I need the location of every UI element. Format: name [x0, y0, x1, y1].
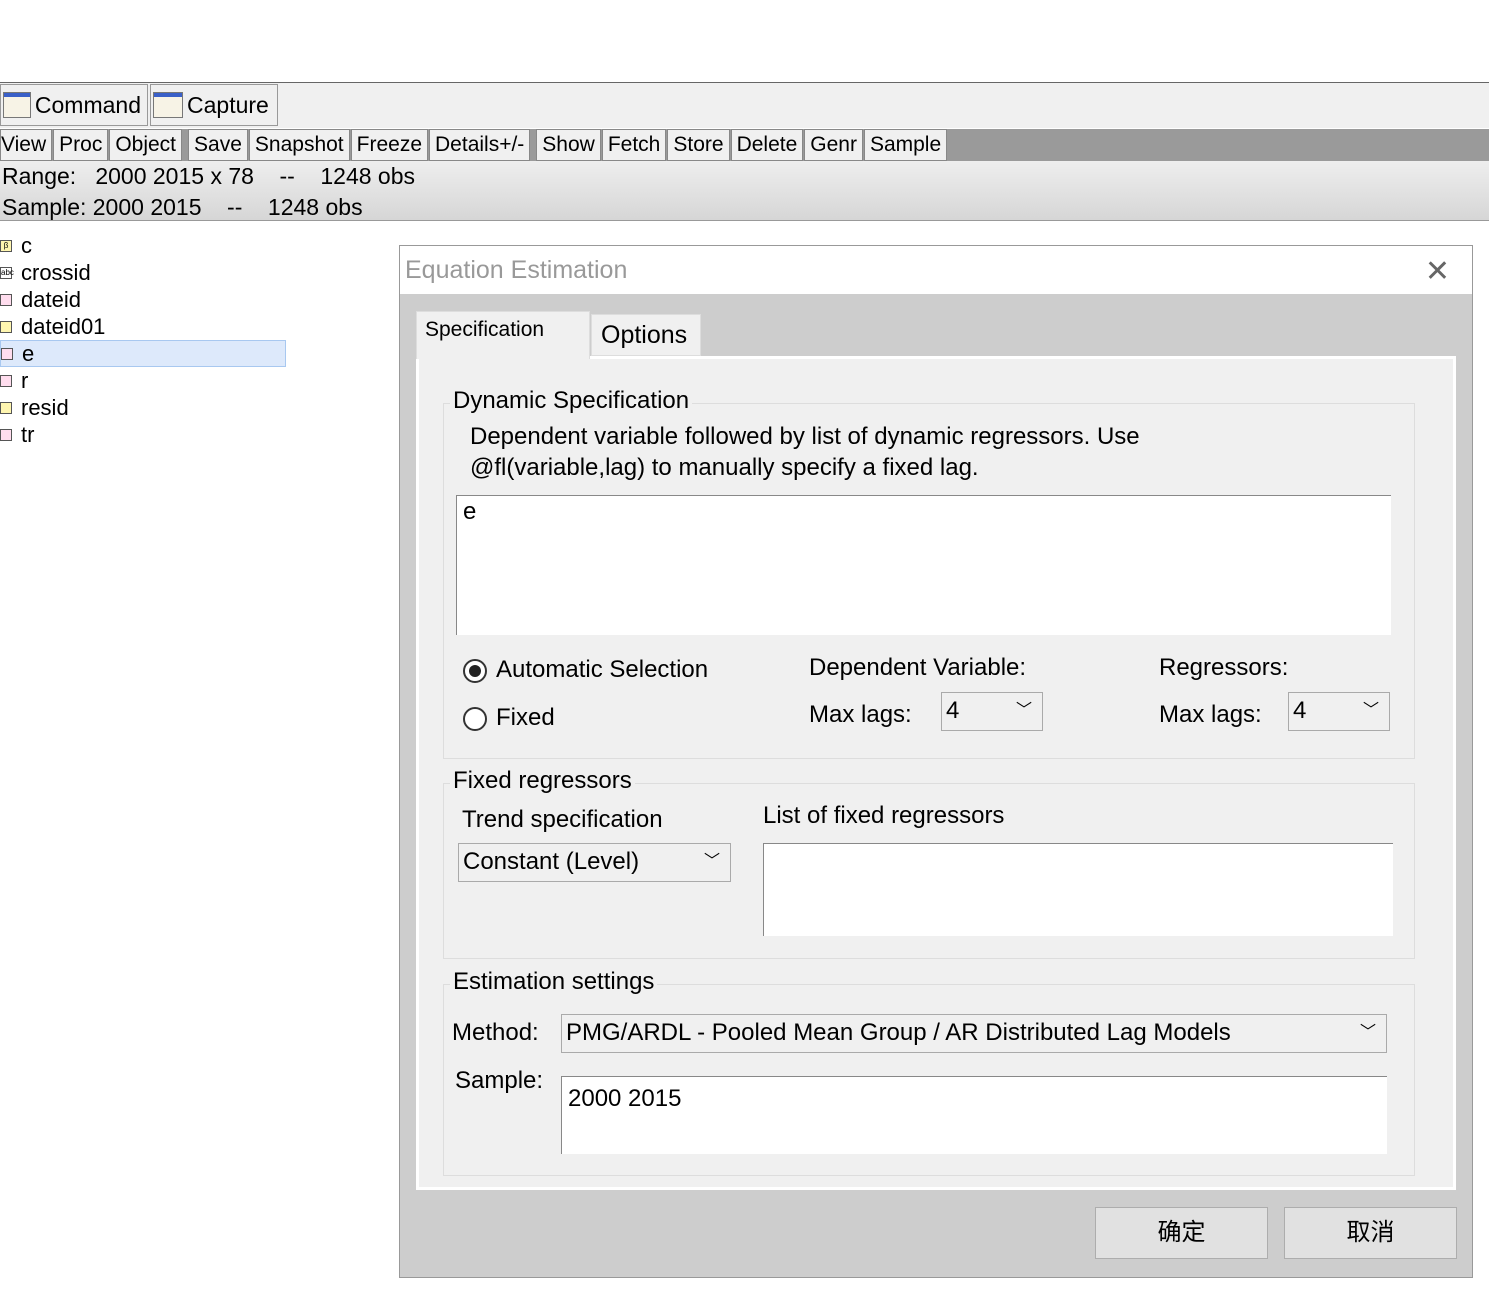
radio-label: Automatic Selection [496, 656, 709, 683]
tab-label: Capture [187, 91, 269, 118]
select-value: 4 [946, 697, 960, 724]
list-item[interactable]: e [0, 340, 286, 367]
chevron-down-icon: ﹀ [1015, 702, 1032, 719]
chevron-down-icon: ﹀ [1362, 702, 1379, 719]
trend-label: Trend specification [462, 806, 663, 833]
dependent-variable-label: Dependent Variable: [809, 654, 1027, 681]
instructions-text: @fl(variable,lag) to manually specify a … [470, 454, 979, 481]
list-item[interactable]: abc crossid [0, 259, 286, 286]
workfile-object-list: βc abc crossid dateid dateid01 e r resid … [0, 232, 286, 448]
fixed-regressors-input[interactable] [763, 843, 1393, 936]
regressors-label: Regressors: [1159, 654, 1289, 681]
fetch-button[interactable]: Fetch [601, 129, 667, 161]
maxlags-label: Max lags: [1159, 701, 1262, 728]
dialog-title: Equation Estimation [400, 246, 1472, 294]
tab-label: Command [34, 91, 141, 118]
chevron-down-icon: ﹀ [703, 853, 720, 870]
dependent-maxlags-select[interactable]: 4 ﹀ [941, 692, 1043, 731]
item-name: dateid [21, 286, 81, 312]
regressors-maxlags-select[interactable]: 4 ﹀ [1288, 692, 1390, 731]
list-label: List of fixed regressors [763, 802, 1005, 829]
series-icon [0, 293, 12, 306]
automatic-selection-radio[interactable] [463, 659, 487, 683]
radio-label: Fixed [496, 704, 555, 731]
tab-options[interactable]: Options [591, 314, 701, 356]
details-button[interactable]: Details+/- [429, 129, 531, 161]
list-item[interactable]: tr [0, 421, 286, 448]
series-icon [0, 374, 12, 387]
series-icon [0, 401, 12, 414]
specification-panel: Dynamic Specification Dependent variable… [416, 356, 1456, 1190]
proc-button[interactable]: Proc [53, 129, 109, 161]
group-label: Estimation settings [450, 968, 658, 996]
method-label: Method: [452, 1019, 539, 1046]
command-window-icon [3, 92, 31, 118]
view-button[interactable]: View [0, 129, 53, 161]
genr-button[interactable]: Genr [804, 129, 863, 161]
item-name: crossid [21, 259, 91, 285]
ok-button[interactable]: 确定 [1095, 1207, 1268, 1259]
freeze-button[interactable]: Freeze [350, 129, 429, 161]
chevron-down-icon: ﹀ [1359, 1024, 1376, 1041]
coef-icon: β [0, 239, 12, 252]
select-value: 4 [1293, 697, 1307, 724]
equation-estimation-dialog: Equation Estimation ✕ Specification Opti… [399, 245, 1473, 1278]
item-name: dateid01 [21, 313, 106, 339]
sample-label: Sample: [455, 1067, 544, 1094]
tab-capture[interactable]: Capture [150, 84, 278, 126]
series-icon [0, 428, 12, 441]
sample-input[interactable]: 2000 2015 [561, 1076, 1387, 1154]
fixed-radio[interactable] [463, 707, 487, 731]
select-value: Constant (Level) [463, 848, 640, 875]
tab-specification[interactable]: Specification [416, 311, 590, 359]
list-item[interactable]: dateid01 [0, 313, 286, 340]
cancel-button[interactable]: 取消 [1284, 1207, 1457, 1259]
item-name: resid [21, 394, 69, 420]
group-label: Dynamic Specification [450, 387, 693, 415]
capture-window-icon [153, 92, 183, 118]
trend-select[interactable]: Constant (Level) ﹀ [458, 843, 731, 882]
sample-button[interactable]: Sample [863, 129, 948, 161]
delete-button[interactable]: Delete [730, 129, 804, 161]
instructions-text: Dependent variable followed by list of d… [470, 423, 1140, 450]
window-tabs: Command Capture [0, 82, 1489, 128]
snapshot-button[interactable]: Snapshot [248, 129, 350, 161]
close-icon[interactable]: ✕ [1425, 254, 1450, 289]
item-name: c [21, 232, 32, 258]
list-item[interactable]: resid [0, 394, 286, 421]
dynamic-spec-input[interactable]: e [456, 495, 1391, 635]
series-icon [1, 347, 13, 360]
object-button[interactable]: Object [109, 129, 183, 161]
alpha-icon: abc [0, 266, 14, 279]
save-button[interactable]: Save [188, 129, 248, 161]
list-item[interactable]: dateid [0, 286, 286, 313]
item-name: e [22, 340, 35, 366]
item-name: tr [21, 421, 35, 447]
item-name: r [21, 367, 29, 393]
sample-text: Sample: 2000 2015 -- 1248 obs [2, 194, 363, 220]
show-button[interactable]: Show [536, 129, 601, 161]
list-item[interactable]: r [0, 367, 286, 394]
workfile-toolbar: View Proc Object Save Snapshot Freeze De… [0, 129, 1489, 161]
workfile-info: Range: 2000 2015 x 78 -- 1248 obs Sample… [0, 161, 1489, 221]
maxlags-label: Max lags: [809, 701, 912, 728]
range-text: Range: 2000 2015 x 78 -- 1248 obs [2, 163, 416, 189]
group-label: Fixed regressors [450, 767, 635, 795]
method-select[interactable]: PMG/ARDL - Pooled Mean Group / AR Distri… [561, 1014, 1387, 1053]
tab-command[interactable]: Command [0, 84, 148, 126]
select-value: PMG/ARDL - Pooled Mean Group / AR Distri… [566, 1019, 1231, 1046]
series-icon [0, 320, 12, 333]
store-button[interactable]: Store [667, 129, 730, 161]
list-item[interactable]: βc [0, 232, 286, 259]
